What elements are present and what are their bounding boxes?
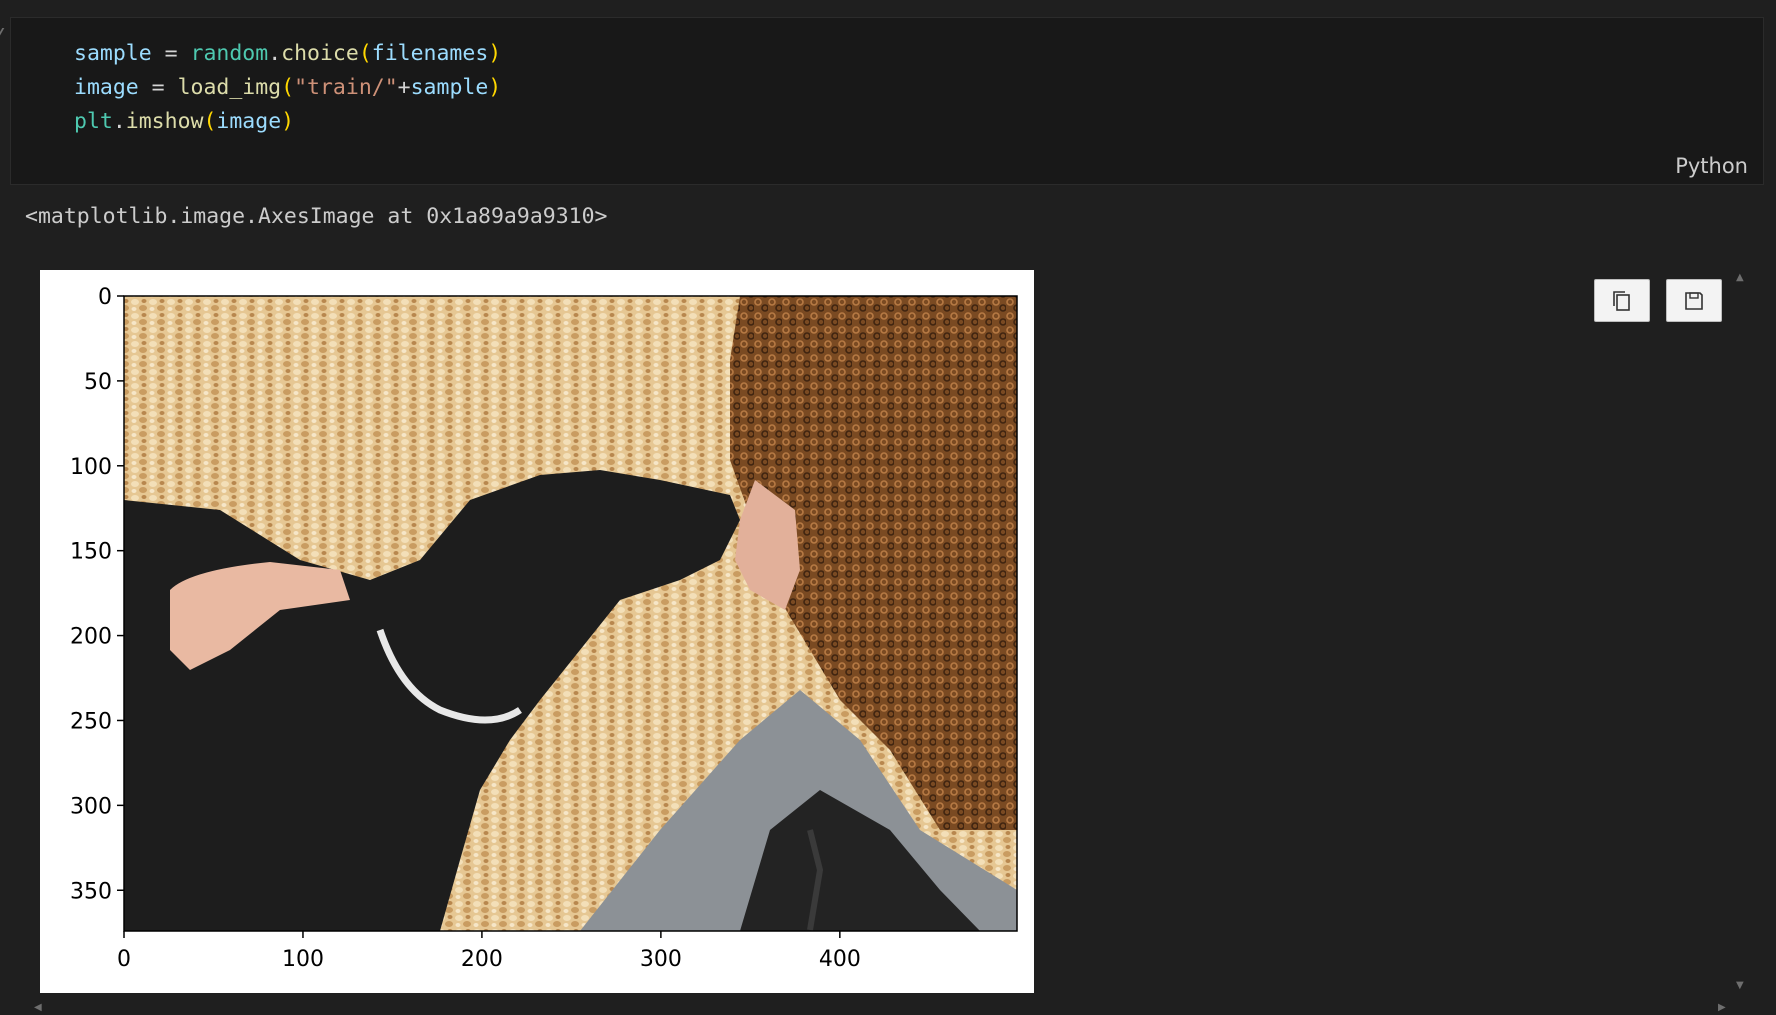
code-cell[interactable]: sample = random.choice(filenames) image =… xyxy=(10,17,1764,185)
code-token: ( xyxy=(281,75,295,100)
code-token: choice xyxy=(281,41,359,66)
code-token: plt xyxy=(74,109,113,134)
code-token: load_img xyxy=(177,75,282,100)
code-line[interactable]: image = load_img("train/"+sample) xyxy=(74,71,501,105)
code-token: ( xyxy=(203,109,217,134)
save-output-button[interactable] xyxy=(1666,279,1722,322)
imshow-plot: 0 100 200 300 400 0 50 100 150 200 250 300 350 xyxy=(70,285,1018,972)
y-tick-label: 50 xyxy=(84,370,112,395)
code-editor[interactable]: sample = random.choice(filenames) image =… xyxy=(74,37,501,139)
y-tick-label: 350 xyxy=(70,879,112,904)
y-tick-label: 200 xyxy=(70,625,112,650)
code-line[interactable]: sample = random.choice(filenames) xyxy=(74,37,501,71)
photo-image xyxy=(124,296,1017,931)
x-tick-label: 300 xyxy=(640,947,682,972)
code-token: ) xyxy=(488,41,502,66)
x-tick-label: 200 xyxy=(461,947,503,972)
copy-output-button[interactable] xyxy=(1594,279,1650,322)
code-token: = xyxy=(138,75,178,100)
code-token: + xyxy=(397,75,411,100)
code-token: filenames xyxy=(371,41,489,66)
code-token: ) xyxy=(488,75,502,100)
code-token: sample xyxy=(74,41,152,66)
copy-icon xyxy=(1613,290,1630,311)
code-line[interactable]: plt.imshow(image) xyxy=(74,105,501,139)
code-token: ( xyxy=(358,41,372,66)
code-token: image xyxy=(74,75,139,100)
code-token: = xyxy=(151,41,191,66)
code-token: sample xyxy=(410,75,489,100)
cell-collapse-marker[interactable] xyxy=(0,28,8,36)
cell-language-label[interactable]: Python xyxy=(1675,154,1748,178)
y-tick-label: 150 xyxy=(70,540,112,565)
x-tick-label: 400 xyxy=(819,947,861,972)
scroll-left-icon[interactable]: ◀ xyxy=(34,1002,42,1013)
y-tick-label: 300 xyxy=(70,794,112,819)
output-figure: 0 100 200 300 400 0 50 100 150 200 250 300 350 xyxy=(40,270,1034,993)
y-tick-label: 0 xyxy=(98,285,112,310)
scroll-right-icon[interactable]: ▶ xyxy=(1718,1002,1726,1013)
scroll-up-icon[interactable]: ▲ xyxy=(1736,272,1744,283)
cell-output-text: <matplotlib.image.AxesImage at 0x1a89a9a… xyxy=(25,204,608,229)
x-tick-label: 100 xyxy=(282,947,324,972)
code-token: . xyxy=(268,41,282,66)
y-tick-label: 100 xyxy=(70,455,112,480)
code-token: image xyxy=(216,109,282,134)
scroll-down-icon[interactable]: ▼ xyxy=(1736,980,1744,991)
code-token: random xyxy=(190,41,269,66)
editor-top-strip xyxy=(0,0,1776,17)
x-tick-label: 0 xyxy=(117,947,131,972)
code-token: imshow xyxy=(125,109,204,134)
code-token: ) xyxy=(281,109,295,134)
code-token: . xyxy=(112,109,126,134)
y-tick-label: 250 xyxy=(70,709,112,734)
save-icon xyxy=(1685,291,1703,310)
code-token: "train/" xyxy=(294,75,398,100)
